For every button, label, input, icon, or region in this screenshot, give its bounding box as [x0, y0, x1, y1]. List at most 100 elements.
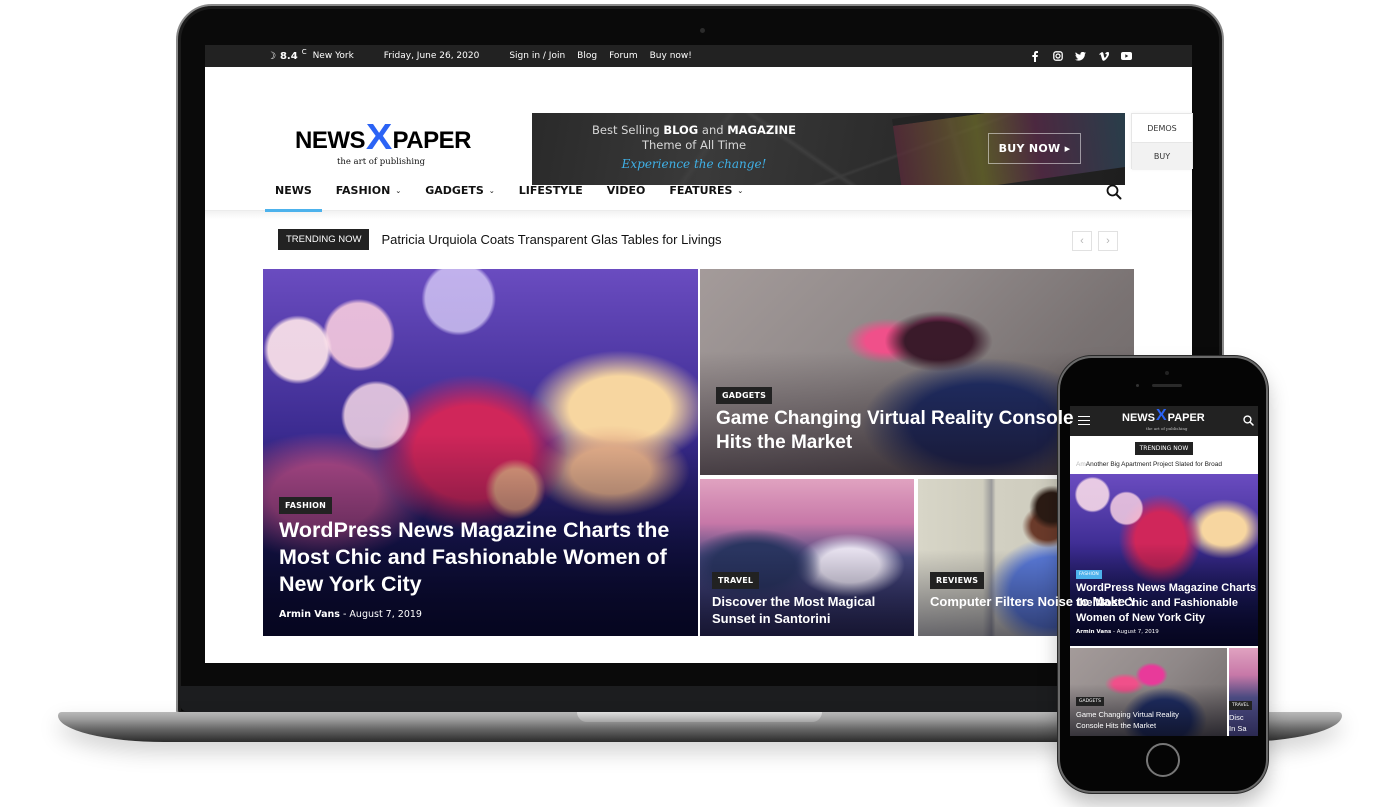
trending-label: TRENDING NOW	[278, 228, 370, 250]
trending-fade-text: Am	[1076, 461, 1086, 468]
trending-headline-text: Another Big Apartment Project Slated for…	[1085, 461, 1222, 468]
mobile-featured-main[interactable]: FASHION WordPress News Magazine Charts t…	[1070, 474, 1258, 646]
mobile-featured-row: GADGETS Game Changing Virtual Reality Co…	[1070, 648, 1258, 736]
title-line: Women of New York City	[1076, 612, 1205, 624]
forum-link[interactable]: Forum	[609, 51, 638, 61]
article-author[interactable]: Armin Vans	[279, 609, 340, 620]
instagram-icon[interactable]	[1052, 51, 1063, 62]
article-author[interactable]: Armin Vans	[1076, 629, 1111, 635]
featured-article-travel[interactable]: TRAVEL Discover the Most Magical Sunset …	[700, 479, 914, 636]
facebook-icon[interactable]	[1029, 50, 1040, 62]
blog-link[interactable]: Blog	[577, 51, 597, 61]
nav-label: NEWS	[275, 184, 312, 197]
banner-line1-pre: Best Selling	[592, 123, 664, 137]
laptop-opening-notch	[577, 712, 822, 722]
nav-item-news[interactable]: NEWS	[263, 171, 324, 212]
sign-in-link[interactable]: Sign in / Join	[509, 51, 565, 61]
temperature-unit: C	[301, 48, 307, 56]
banner-line1-bold-magazine: MAGAZINE	[727, 123, 796, 137]
nav-item-features[interactable]: FEATURES ⌄	[657, 171, 755, 211]
article-title[interactable]: WordPress News Magazine Charts the Most …	[1076, 581, 1258, 626]
nav-label: FEATURES	[669, 184, 733, 197]
vimeo-icon[interactable]	[1098, 51, 1109, 62]
laptop-camera	[700, 28, 705, 33]
article-title[interactable]: Discover the Most Magical Sunset in Sant…	[712, 593, 912, 627]
mobile-header: NEWS X PAPER the art of publishing	[1070, 406, 1258, 436]
buy-now-link[interactable]: Buy now!	[650, 51, 692, 61]
search-icon[interactable]	[1243, 415, 1254, 426]
category-badge[interactable]: REVIEWS	[930, 572, 985, 589]
article-title[interactable]: Disc In Sa	[1229, 712, 1247, 734]
main-navigation: NEWS FASHION ⌄ GADGETS ⌄ LIFESTYLE VIDEO…	[205, 171, 1192, 212]
phone-sensor	[1136, 384, 1139, 387]
chevron-down-icon: ⌄	[488, 186, 495, 195]
mobile-trending: TRENDING NOW AmAnother Big Apartment Pro…	[1070, 436, 1258, 474]
nav-label: GADGETS	[425, 184, 484, 197]
logo-text-news: NEWS	[295, 127, 366, 154]
nav-item-gadgets[interactable]: GADGETS ⌄	[413, 171, 507, 211]
nav-item-video[interactable]: VIDEO	[595, 171, 658, 211]
trending-prev-button[interactable]: ‹	[1072, 231, 1092, 251]
chevron-down-icon: ⌄	[737, 186, 744, 195]
temperature: 8.4	[279, 50, 298, 62]
title-line: Disc	[1229, 713, 1244, 722]
nav-label: VIDEO	[606, 184, 646, 197]
article-title[interactable]: Game Changing Virtual Reality Console Hi…	[1076, 709, 1179, 731]
article-date: August 7, 2019	[349, 609, 422, 620]
logo-x-mark: X	[1156, 407, 1167, 424]
phone-camera	[1165, 371, 1169, 375]
mobile-featured-gadgets[interactable]: GADGETS Game Changing Virtual Reality Co…	[1070, 648, 1227, 736]
trending-headline[interactable]: AmAnother Big Apartment Project Slated f…	[1076, 461, 1222, 468]
trending-controls: ‹ ›	[1072, 231, 1118, 251]
article-date: August 7, 2019	[1116, 629, 1159, 635]
featured-article-main[interactable]: FASHION WordPress News Magazine Charts t…	[263, 269, 698, 636]
top-bar: ☽ 8.4 C New York Friday, June 26, 2020 S…	[205, 45, 1192, 67]
logo-text-news: NEWS	[1122, 411, 1155, 424]
trending-headline[interactable]: Patricia Urquiola Coats Transparent Glas…	[381, 232, 721, 247]
title-line: Console Hits the Market	[1076, 721, 1157, 730]
twitter-icon[interactable]	[1075, 51, 1086, 62]
logo-x-mark: X	[365, 116, 392, 157]
mobile-logo[interactable]: NEWS X PAPER	[1122, 407, 1205, 425]
banner-line1-bold-blog: BLOG	[663, 123, 699, 137]
buy-button[interactable]: BUY	[1132, 142, 1192, 170]
nav-item-lifestyle[interactable]: LIFESTYLE	[507, 171, 595, 211]
nav-label: LIFESTYLE	[518, 184, 583, 197]
trending-next-button[interactable]: ›	[1098, 231, 1118, 251]
category-badge[interactable]: TRAVEL	[712, 572, 760, 589]
trending-bar: TRENDING NOW Patricia Urquiola Coats Tra…	[205, 219, 1192, 259]
banner-buy-now-button[interactable]: BUY NOW ▸	[988, 133, 1081, 164]
moon-icon: ☽	[267, 50, 276, 62]
title-line: In Sa	[1229, 724, 1247, 733]
current-date: Friday, June 26, 2020	[383, 51, 480, 61]
article-title[interactable]: WordPress News Magazine Charts the Most …	[279, 517, 679, 598]
mobile-featured-travel[interactable]: TRAVEL Disc In Sa	[1229, 648, 1258, 736]
weather-city: New York	[312, 51, 354, 61]
site-logo[interactable]: NEWS X PAPER the art of publishing	[295, 119, 495, 168]
mobile-website: NEWS X PAPER the art of publishing TREND…	[1070, 406, 1258, 736]
trending-label: TRENDING NOW	[1134, 442, 1194, 455]
logo-tagline: the art of publishing	[336, 157, 426, 167]
site-header: NEWS X PAPER the art of publishing Best …	[205, 67, 1192, 185]
category-badge[interactable]: FASHION	[1076, 570, 1102, 579]
phone-home-button[interactable]	[1146, 743, 1180, 777]
search-icon[interactable]	[1106, 184, 1122, 200]
article-title[interactable]: Game Changing Virtual Reality Console Hi…	[716, 407, 1096, 455]
category-badge[interactable]: FASHION	[279, 497, 333, 514]
article-meta: Armin Vans - August 7, 2019	[279, 609, 422, 620]
chevron-down-icon: ⌄	[395, 186, 402, 195]
top-links: Sign in / Join Blog Forum Buy now!	[509, 51, 692, 61]
banner-line1-mid: and	[698, 123, 728, 137]
article-meta: Armin Vans - August 7, 2019	[1076, 629, 1159, 635]
category-badge[interactable]: GADGETS	[1076, 697, 1104, 706]
banner-text: Best Selling BLOG and MAGAZINE Theme of …	[564, 123, 824, 172]
title-line: Game Changing Virtual Reality	[1076, 710, 1179, 719]
demos-button[interactable]: DEMOS	[1132, 114, 1192, 142]
banner-line2: Theme of All Time	[641, 138, 747, 152]
logo-text-paper: PAPER	[392, 127, 472, 154]
category-badge[interactable]: GADGETS	[716, 387, 773, 404]
logo-text-paper: PAPER	[1167, 411, 1205, 424]
category-badge[interactable]: TRAVEL	[1229, 701, 1252, 710]
nav-item-fashion[interactable]: FASHION ⌄	[324, 171, 413, 211]
youtube-icon[interactable]	[1121, 51, 1132, 62]
